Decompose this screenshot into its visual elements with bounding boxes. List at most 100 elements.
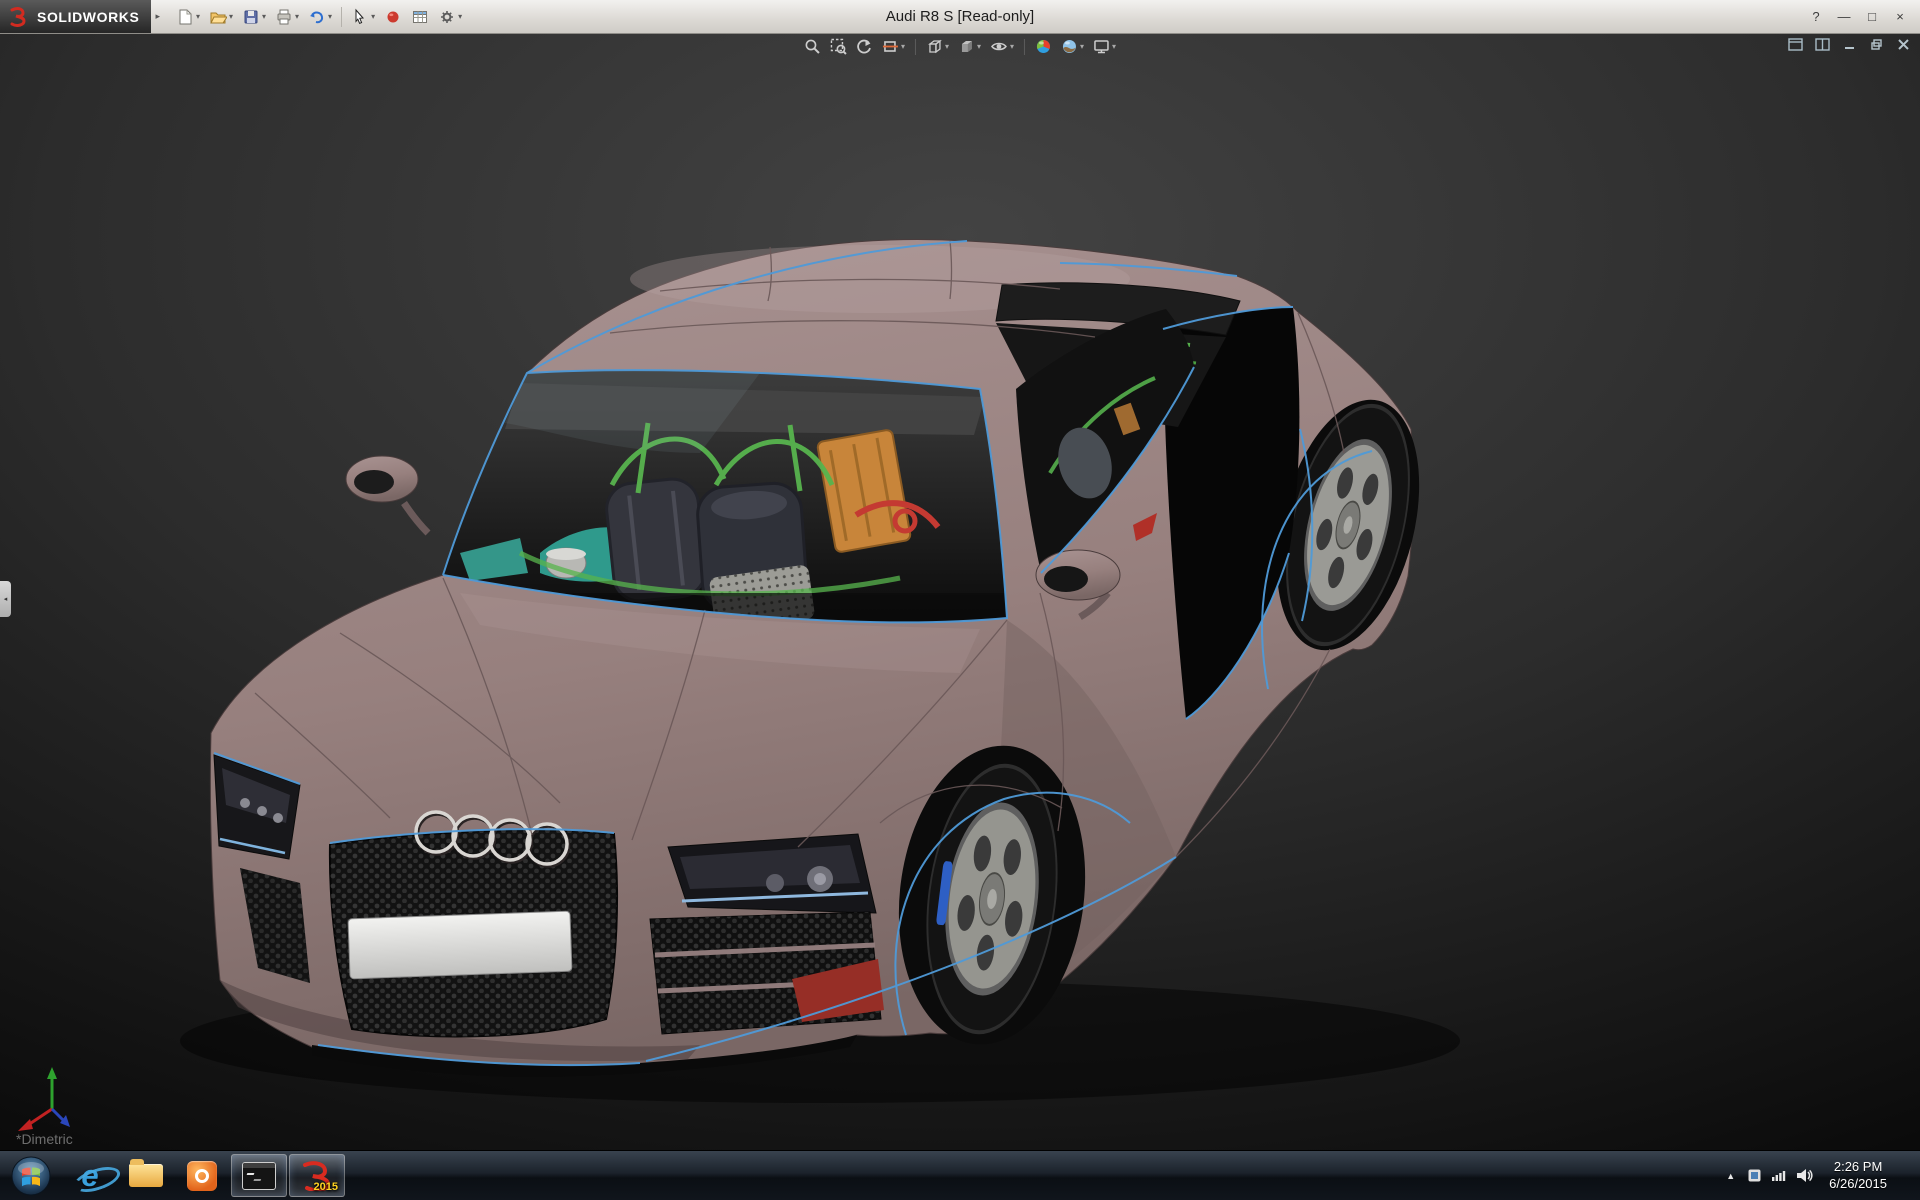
print-button[interactable]: ▾ [271,5,303,29]
window-controls: ? — □ × [1804,6,1920,28]
apply-scene-button[interactable]: ▾ [1059,36,1086,57]
media-player-icon [187,1161,217,1191]
dropdown-caret[interactable]: ▾ [977,43,981,51]
apply-scene-icon [1061,38,1078,55]
select-cursor-icon [351,8,369,26]
taskbar-solidworks-2015[interactable]: 2015 [289,1154,345,1197]
3d-viewport[interactable] [0,33,1920,1151]
viewport-split-icon [1815,38,1830,51]
dropdown-caret[interactable]: ▾ [295,13,299,21]
dropdown-caret[interactable]: ▾ [901,43,905,51]
tray-app-icon[interactable] [1747,1168,1762,1183]
zoom-to-area-icon [830,38,847,55]
dropdown-caret[interactable]: ▾ [1010,43,1014,51]
section-view-button[interactable]: ▾ [880,36,907,57]
doc-minimize-button[interactable] [1840,36,1858,52]
taskbar-media-player[interactable] [175,1154,229,1197]
close-button[interactable]: × [1888,6,1912,28]
display-style-icon [958,38,975,55]
solidworks-year-badge: 2015 [314,1181,338,1193]
graphics-area: ▾ ▾ ▾ ▾ [0,33,1920,1151]
view-settings-button[interactable]: ▾ [1091,36,1118,57]
doc-close-button[interactable] [1894,36,1912,52]
toolbar-separator [1024,39,1025,55]
headsup-view-toolbar: ▾ ▾ ▾ ▾ [792,34,1128,59]
print-icon [275,8,293,26]
section-view-icon [882,38,899,55]
internet-explorer-icon: e [81,1160,98,1191]
hide-show-items-icon [990,38,1008,55]
view-orientation-label: *Dimetric [16,1131,73,1147]
taskbar: e 2015 ▲ 2:26 PM 6/26/2015 [0,1150,1920,1200]
right-headlight[interactable] [668,834,876,913]
dropdown-caret[interactable]: ▾ [1080,43,1084,51]
hidden-icons-button[interactable]: ▲ [1723,1168,1738,1184]
maximize-button[interactable]: □ [1860,6,1884,28]
toolbar-separator [341,7,342,27]
windows-start-icon [11,1156,51,1196]
view-settings-icon [1093,38,1110,55]
edit-appearance-icon [1035,38,1052,55]
dropdown-caret[interactable]: ▾ [945,43,949,51]
hide-show-items-button[interactable]: ▾ [988,36,1016,57]
taskbar-command-prompt[interactable] [231,1154,287,1197]
volume-icon[interactable] [1796,1168,1813,1183]
dropdown-caret[interactable]: ▾ [1112,43,1116,51]
doc-restore-button[interactable] [1867,36,1885,52]
new-document-icon [176,8,194,26]
save-button[interactable]: ▾ [238,5,270,29]
front-grille[interactable] [330,830,617,1036]
license-plate [348,911,572,979]
dropdown-caret[interactable]: ▾ [328,13,332,21]
open-icon [209,8,227,26]
open-button[interactable]: ▾ [205,5,237,29]
options-icon [438,8,456,26]
clock-time: 2:26 PM [1829,1159,1887,1176]
viewport-split-button[interactable] [1813,36,1831,52]
previous-view-icon [856,38,873,55]
solidworks-logo: SOLIDWORKS [0,0,151,33]
viewport-pane-icon [1788,38,1803,51]
edit-appearance-button[interactable] [1033,36,1054,57]
dropdown-caret[interactable]: ▾ [262,13,266,21]
clock-date: 6/26/2015 [1829,1176,1887,1193]
help-button[interactable]: ? [1804,6,1828,28]
view-orientation-button[interactable]: ▾ [924,36,951,57]
document-window-controls [1786,36,1912,52]
previous-view-button[interactable] [854,36,875,57]
command-prompt-icon [242,1162,276,1190]
zoom-to-fit-button[interactable] [802,36,823,57]
undo-icon [308,8,326,26]
new-document-button[interactable]: ▾ [172,5,204,29]
sketch-sheet-icon [411,8,429,26]
save-icon [242,8,260,26]
sketch-sheet-button[interactable] [407,5,433,29]
doc-restore-icon [1870,38,1883,51]
toolbar-separator [915,39,916,55]
start-button[interactable] [0,1151,62,1200]
titlebar: SOLIDWORKS ▸ ▾ ▾ ▾ ▾ [0,0,1920,34]
options-button[interactable]: ▾ [434,5,466,29]
xpress-products-icon [384,8,402,26]
dropdown-caret[interactable]: ▾ [371,13,375,21]
doc-close-icon [1897,38,1910,51]
doc-minimize-icon [1843,38,1856,51]
undo-button[interactable]: ▾ [304,5,336,29]
taskbar-clock[interactable]: 2:26 PM 6/26/2015 [1822,1159,1894,1193]
dropdown-caret[interactable]: ▾ [229,13,233,21]
network-icon[interactable] [1771,1168,1787,1183]
feature-tree-collapse-tab[interactable]: ◂ [0,581,11,617]
select-button[interactable]: ▾ [347,5,379,29]
zoom-to-area-button[interactable] [828,36,849,57]
view-orientation-icon [926,38,943,55]
taskbar-internet-explorer[interactable]: e [63,1154,117,1197]
minimize-button[interactable]: — [1832,6,1856,28]
display-style-button[interactable]: ▾ [956,36,983,57]
dropdown-caret[interactable]: ▾ [196,13,200,21]
taskbar-file-explorer[interactable] [119,1154,173,1197]
dropdown-caret[interactable]: ▾ [458,13,462,21]
xpress-products-button[interactable] [380,5,406,29]
viewport-pane-button[interactable] [1786,36,1804,52]
dassault-3ds-icon [8,6,30,28]
menu-expander-icon[interactable]: ▸ [155,11,160,22]
